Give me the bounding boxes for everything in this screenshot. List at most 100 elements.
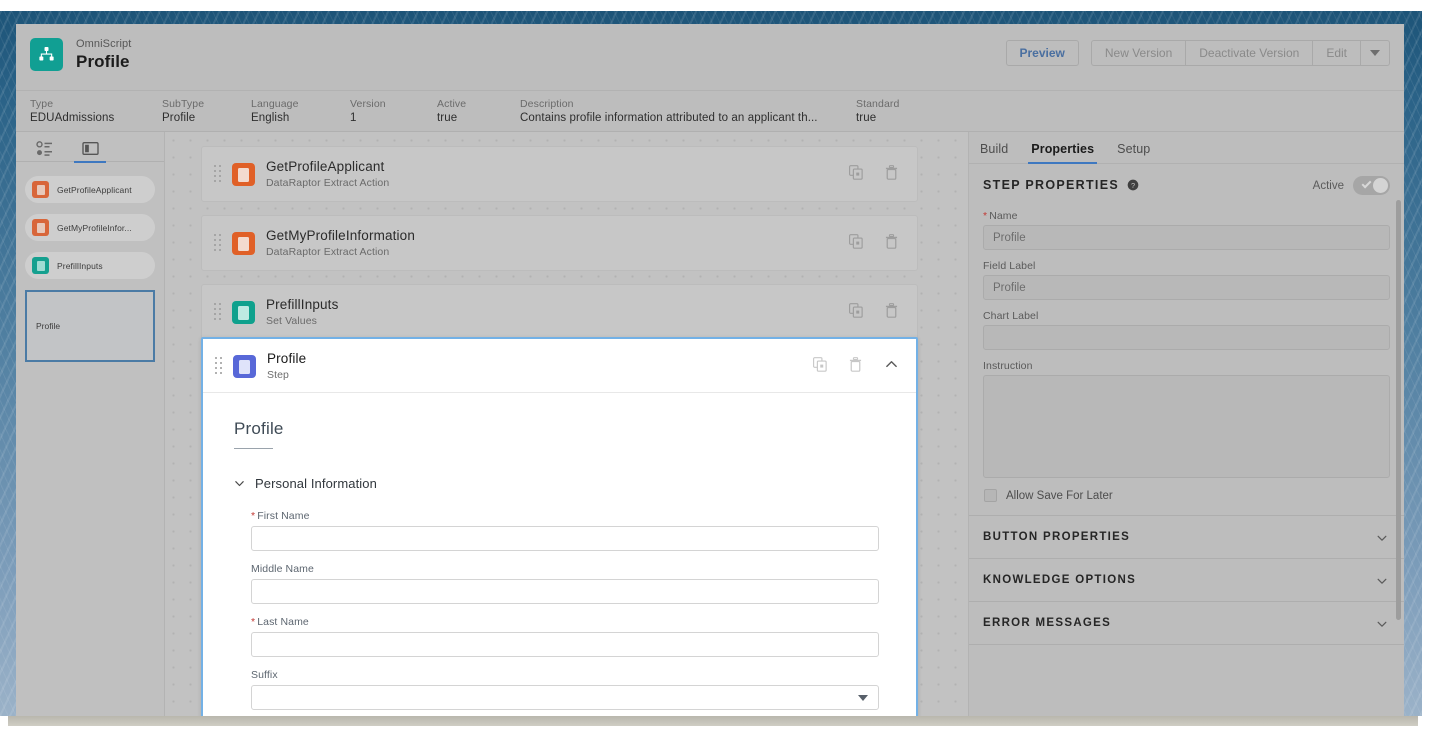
- edit-button[interactable]: Edit: [1313, 40, 1361, 66]
- step-icon: [233, 355, 256, 378]
- field-suffix: Suffix: [251, 669, 879, 710]
- trash-icon[interactable]: [885, 303, 899, 318]
- clone-icon[interactable]: [813, 357, 827, 372]
- metadata-bar: Type EDUAdmissions SubType Profile Langu…: [16, 91, 1404, 132]
- drag-handle-icon[interactable]: [214, 234, 221, 251]
- tab-build[interactable]: Build: [980, 142, 1008, 163]
- omniscript-designer-window: OmniScript Profile Preview New Version D…: [16, 24, 1404, 716]
- field-label-input[interactable]: Profile: [983, 275, 1390, 300]
- properties-panel-scrollbar[interactable]: [1396, 200, 1401, 620]
- chevron-up-icon[interactable]: [885, 358, 898, 371]
- card-title: Profile: [267, 351, 306, 366]
- clone-icon[interactable]: [849, 303, 863, 318]
- sidebar-item-prefillinputs[interactable]: PrefillInputs: [25, 252, 155, 279]
- structure-panel: GetProfileApplicant GetMyProfileInfor...…: [16, 132, 164, 716]
- window-shadow: [8, 716, 1418, 726]
- tab-setup[interactable]: Setup: [1117, 142, 1150, 163]
- accordion-error-messages[interactable]: ERROR MESSAGES: [969, 602, 1404, 645]
- deactivate-version-button[interactable]: Deactivate Version: [1186, 40, 1313, 66]
- step-preview-title: Profile: [234, 419, 916, 439]
- meta-standard: Standard true: [856, 98, 899, 126]
- svg-text:?: ?: [1131, 181, 1135, 190]
- tab-structure-list[interactable]: [24, 134, 64, 162]
- screenshot-frame: OmniScript Profile Preview New Version D…: [0, 0, 1430, 751]
- help-circle-icon[interactable]: ?: [1127, 179, 1139, 191]
- active-toggle[interactable]: [1353, 176, 1390, 195]
- suffix-select[interactable]: [251, 685, 879, 710]
- drag-handle-icon[interactable]: [215, 357, 222, 374]
- property-name: *Name Profile: [983, 210, 1390, 250]
- meta-active: Active true: [437, 98, 466, 126]
- property-chart-label: Chart Label: [983, 310, 1390, 350]
- clone-icon[interactable]: [849, 165, 863, 180]
- canvas-card-profile-step[interactable]: Profile Step: [201, 337, 918, 716]
- canvas-card-prefillinputs[interactable]: PrefillInputs Set Values: [201, 284, 918, 340]
- omniscript-hierarchy-icon: [30, 38, 63, 71]
- step-title-underline: [234, 448, 273, 449]
- trash-icon[interactable]: [849, 357, 863, 372]
- meta-label: Description: [520, 98, 818, 111]
- meta-value: Profile: [162, 111, 204, 126]
- required-marker: *: [983, 210, 987, 222]
- sidebar-item-getprofileapplicant[interactable]: GetProfileApplicant: [25, 176, 155, 203]
- middle-name-input[interactable]: [251, 579, 879, 604]
- accordion-button-properties[interactable]: BUTTON PROPERTIES: [969, 516, 1404, 559]
- trash-icon[interactable]: [885, 234, 899, 249]
- sidebar-step-profile[interactable]: Profile: [25, 290, 155, 362]
- more-actions-button[interactable]: [1361, 40, 1390, 66]
- field-label: Suffix: [251, 669, 879, 681]
- meta-version: Version 1: [350, 98, 386, 126]
- card-title: GetProfileApplicant: [266, 159, 384, 174]
- name-input[interactable]: Profile: [983, 225, 1390, 250]
- tab-properties[interactable]: Properties: [1031, 142, 1094, 163]
- tab-layout-panel[interactable]: [70, 134, 110, 162]
- canvas-card-getmyprofileinformation[interactable]: GetMyProfileInformation DataRaptor Extra…: [201, 215, 918, 271]
- accordion-knowledge-options[interactable]: KNOWLEDGE OPTIONS: [969, 559, 1404, 602]
- meta-value: 1: [350, 111, 386, 126]
- instruction-textarea[interactable]: [983, 375, 1390, 478]
- chevron-down-icon: [1376, 575, 1388, 587]
- step-properties-form: *Name Profile Field Label Profile Chart …: [969, 206, 1404, 502]
- script-canvas[interactable]: GetProfileApplicant DataRaptor Extract A…: [164, 132, 968, 716]
- last-name-input[interactable]: [251, 632, 879, 657]
- first-name-input[interactable]: [251, 526, 879, 551]
- canvas-card-getprofileapplicant[interactable]: GetProfileApplicant DataRaptor Extract A…: [201, 146, 918, 202]
- card-subtitle: DataRaptor Extract Action: [266, 246, 389, 258]
- chevron-down-icon: [234, 478, 245, 489]
- field-label: Field Label: [983, 260, 1390, 272]
- preview-button[interactable]: Preview: [1006, 40, 1079, 66]
- trash-icon[interactable]: [885, 165, 899, 180]
- property-instruction: Instruction: [983, 360, 1390, 478]
- section-title: Personal Information: [255, 476, 377, 491]
- card-header: GetMyProfileInformation DataRaptor Extra…: [202, 216, 917, 270]
- chart-label-input[interactable]: [983, 325, 1390, 350]
- sidebar-item-getmyprofileinformation[interactable]: GetMyProfileInfor...: [25, 214, 155, 241]
- header-subtitle: OmniScript: [76, 37, 131, 51]
- card-subtitle: Set Values: [266, 315, 317, 327]
- properties-panel-tabs: Build Properties Setup: [969, 132, 1404, 164]
- drag-handle-icon[interactable]: [214, 303, 221, 320]
- structure-item-list: GetProfileApplicant GetMyProfileInfor...…: [16, 162, 164, 279]
- designer-body: GetProfileApplicant GetMyProfileInfor...…: [16, 132, 1404, 716]
- meta-label: SubType: [162, 98, 204, 111]
- new-version-button[interactable]: New Version: [1091, 40, 1186, 66]
- step-field-list: *First Name Middle Name *Last Name: [251, 510, 879, 710]
- card-subtitle: DataRaptor Extract Action: [266, 177, 389, 189]
- header-titles: OmniScript Profile: [76, 37, 131, 72]
- dataraptor-icon: [232, 163, 255, 186]
- allow-save-for-later-checkbox[interactable]: [984, 489, 997, 502]
- properties-accordion: BUTTON PROPERTIES KNOWLEDGE OPTIONS ERRO…: [969, 515, 1404, 645]
- field-middle-name: Middle Name: [251, 563, 879, 604]
- sidebar-item-label: GetProfileApplicant: [57, 185, 132, 195]
- card-tools: [849, 165, 899, 180]
- field-label-text: Name: [989, 210, 1017, 222]
- field-label: Chart Label: [983, 310, 1390, 322]
- allow-save-for-later-row[interactable]: Allow Save For Later: [984, 489, 1390, 502]
- clone-icon[interactable]: [849, 234, 863, 249]
- chevron-down-icon: [1376, 618, 1388, 630]
- drag-handle-icon[interactable]: [214, 165, 221, 182]
- meta-value: true: [856, 111, 899, 126]
- field-label: Instruction: [983, 360, 1390, 372]
- section-header-personal-information[interactable]: Personal Information: [234, 476, 916, 491]
- toggle-knob: [1373, 178, 1388, 193]
